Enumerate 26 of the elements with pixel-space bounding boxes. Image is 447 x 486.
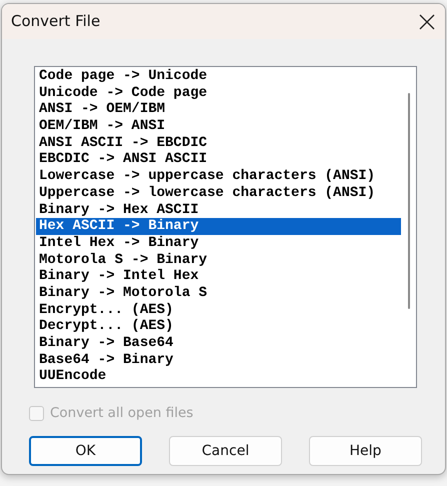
dialog-button[interactable]: OK xyxy=(29,436,142,466)
list-item[interactable]: Encrypt... (AES) xyxy=(36,302,401,318)
list-item[interactable]: Uppercase -> lowercase characters (ANSI) xyxy=(36,184,401,202)
list-item[interactable]: Base64 -> Binary xyxy=(36,352,401,368)
list-item[interactable]: Intel Hex -> Binary xyxy=(36,234,401,252)
list-item[interactable]: Binary -> Base64 xyxy=(36,335,401,352)
window-title: Convert File xyxy=(11,11,100,32)
list-item[interactable]: UUEncode xyxy=(36,368,401,386)
close-icon[interactable] xyxy=(419,14,435,30)
scrollbar-thumb[interactable] xyxy=(408,93,410,309)
list-item[interactable]: Binary -> Motorola S xyxy=(36,284,401,302)
list-item[interactable]: Hex ASCII -> Binary xyxy=(36,218,401,235)
list-item[interactable]: ANSI -> OEM/IBM xyxy=(36,101,401,118)
list-item[interactable]: Code page -> Unicode xyxy=(36,68,401,85)
list-item[interactable]: Decrypt... (AES) xyxy=(36,318,401,335)
list-item[interactable]: Binary -> Hex ASCII xyxy=(36,202,401,218)
list-item[interactable]: OEM/IBM -> ANSI xyxy=(36,118,401,135)
dialog-button[interactable]: Help xyxy=(309,436,422,466)
checkbox-label: Convert all open files xyxy=(50,404,194,423)
list-item[interactable]: ANSI ASCII -> EBCDIC xyxy=(36,134,401,152)
list-item[interactable]: Motorola S -> Binary xyxy=(36,252,401,268)
list-item[interactable]: Lowercase -> uppercase characters (ANSI) xyxy=(36,168,401,185)
list-item[interactable]: Binary -> Intel Hex xyxy=(36,268,401,285)
dialog-button[interactable]: Cancel xyxy=(169,436,282,466)
list-item[interactable]: Unicode -> Code page xyxy=(36,84,401,102)
list-item[interactable]: EBCDIC -> ANSI ASCII xyxy=(36,151,401,168)
